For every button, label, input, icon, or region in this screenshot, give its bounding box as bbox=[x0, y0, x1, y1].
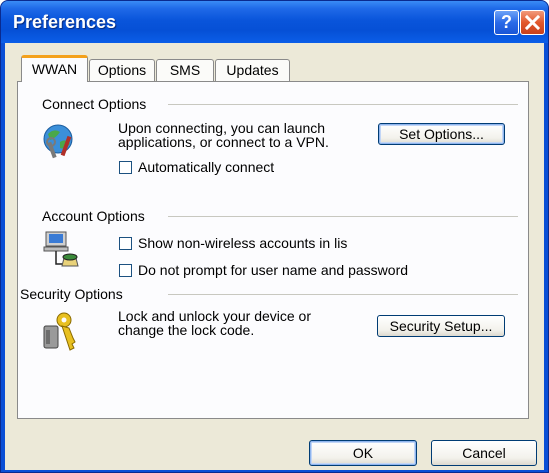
window-title: Preferences bbox=[13, 12, 117, 32]
security-options-divider bbox=[168, 294, 518, 295]
network-computers-icon bbox=[43, 231, 79, 267]
keys-lock-icon bbox=[43, 312, 76, 351]
do-not-prompt-label[interactable]: Do not prompt for user name and password bbox=[138, 262, 408, 278]
help-button[interactable]: ? bbox=[494, 10, 519, 35]
connect-options-label: Connect Options bbox=[42, 96, 151, 112]
connect-options-description-line2: applications, or connect to a VPN. bbox=[118, 134, 329, 150]
wwan-tab-panel: Connect Options Upon connecting, you can… bbox=[17, 81, 529, 419]
auto-connect-label[interactable]: Automatically connect bbox=[138, 159, 274, 175]
security-description-line2: change the lock code. bbox=[118, 322, 255, 338]
auto-connect-checkbox[interactable] bbox=[119, 161, 132, 174]
account-options-divider bbox=[168, 216, 518, 217]
tab-sms[interactable]: SMS bbox=[156, 59, 214, 81]
tab-options[interactable]: Options bbox=[89, 59, 155, 81]
account-options-label: Account Options bbox=[42, 208, 149, 224]
do-not-prompt-checkbox[interactable] bbox=[119, 264, 132, 277]
show-non-wireless-checkbox[interactable] bbox=[119, 237, 132, 250]
connect-options-divider bbox=[168, 104, 518, 105]
preferences-window: Preferences ? WWAN Options SMS Updates C… bbox=[0, 0, 549, 473]
security-options-label: Security Options bbox=[20, 286, 127, 302]
tab-updates[interactable]: Updates bbox=[215, 59, 290, 81]
ok-button[interactable]: OK bbox=[309, 440, 417, 466]
show-non-wireless-label[interactable]: Show non-wireless accounts in lis bbox=[138, 235, 395, 251]
set-options-button[interactable]: Set Options... bbox=[378, 123, 505, 145]
close-icon bbox=[524, 14, 541, 31]
security-setup-button[interactable]: Security Setup... bbox=[377, 315, 505, 337]
close-button[interactable] bbox=[520, 10, 545, 35]
tab-wwan[interactable]: WWAN bbox=[21, 55, 88, 82]
network-tools-icon bbox=[43, 124, 73, 159]
dialog-client-area: WWAN Options SMS Updates Connect Options… bbox=[5, 43, 544, 470]
title-bar[interactable]: Preferences ? bbox=[1, 1, 548, 43]
help-icon: ? bbox=[501, 12, 512, 32]
cancel-button[interactable]: Cancel bbox=[431, 440, 537, 466]
